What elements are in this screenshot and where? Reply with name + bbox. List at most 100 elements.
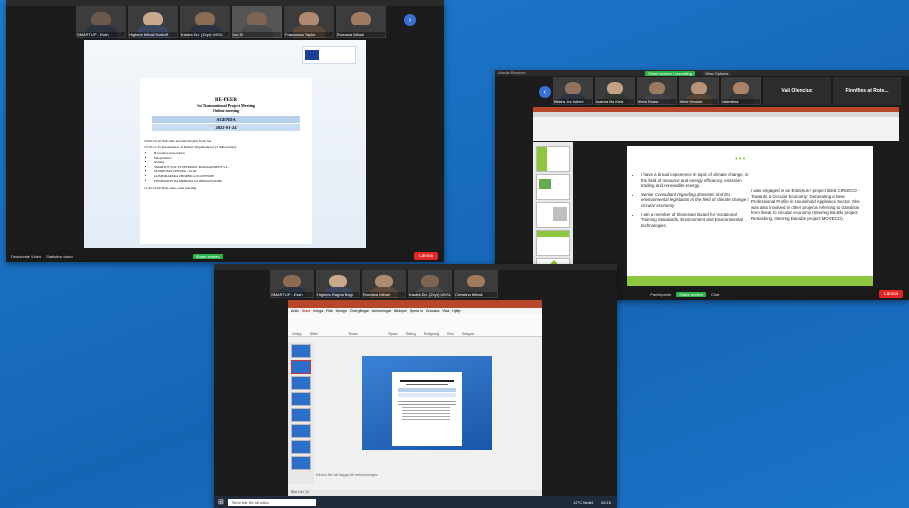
tab-overgangar[interactable]: Övergångar <box>350 309 369 313</box>
slide-footer <box>627 276 873 286</box>
group-label: Ritning <box>405 332 416 336</box>
participant-strip: Bilstra Jnr Islemi Ioanna Ba Kela Iñeta … <box>553 77 761 105</box>
agenda-line: 10.00-10.10 Welcome and information from… <box>144 139 212 143</box>
slide-thumbnail[interactable] <box>536 146 570 172</box>
list-item: I am a member of Slovenian Board for Voc… <box>641 212 753 229</box>
share-screen-button[interactable]: Share screen <box>676 291 706 297</box>
next-page-arrow-icon[interactable]: › <box>404 14 416 26</box>
slide-thumbnails <box>288 342 314 484</box>
participant-tile[interactable]: SMARTUP - Ewin <box>270 270 314 298</box>
slide-thumbnail[interactable] <box>291 408 311 422</box>
tab-bildspel[interactable]: Bildspel <box>394 309 407 313</box>
list-item: Senior Consultant regarding domestic and… <box>641 192 753 209</box>
meeting-controls: Deactivate Video Statistics video Share … <box>6 250 444 262</box>
current-slide: ••• I have a broad experience in topic o… <box>627 146 873 286</box>
tab-design[interactable]: Design <box>336 309 347 313</box>
tab-visa[interactable]: Visa <box>442 309 449 313</box>
participant-tile[interactable]: Ioanna Ba Kela <box>595 77 635 105</box>
group-label: Bilder <box>309 332 319 336</box>
taskbar-search[interactable]: Skriv här för att söka <box>227 498 316 506</box>
tab-rita[interactable]: Rita <box>326 309 332 313</box>
eu-logo <box>302 46 356 64</box>
zoom-window-1: SMARTUP - Ewin Highers Mihail Kostoff Ka… <box>6 0 444 262</box>
slide-thumbnail[interactable] <box>291 440 311 454</box>
name-tile[interactable]: Finnflies at Rote... <box>833 77 901 105</box>
tab-granska[interactable]: Granska <box>426 309 440 313</box>
tab-animeringar[interactable]: Animeringar <box>372 309 391 313</box>
participant-tile[interactable]: Mike Heuser <box>679 77 719 105</box>
group-label: Röst <box>447 332 454 336</box>
slide-thumbnail[interactable] <box>291 424 311 438</box>
powerpoint-window: Arkiv Start Infoga Rita Design Övergånga… <box>288 300 542 496</box>
participant-tile[interactable]: Iñeta Ruaw <box>637 77 677 105</box>
windows-taskbar: ⊞ Skriv här för att söka 12°C Mulet 20:1… <box>214 496 617 508</box>
list-item: FONDATION NA MERIDIA ZA OBRAZOVANIE <box>154 179 312 184</box>
doc-subtitle-2: Online meeting <box>212 108 240 113</box>
slide-thumbnail[interactable] <box>536 202 570 228</box>
participant-tile[interactable]: Christina Mihail <box>454 270 498 298</box>
agenda-line: 11.45-12.00 Next steps, next meeting <box>144 186 197 191</box>
video-button[interactable]: Deactivate Video <box>11 254 41 259</box>
leave-button[interactable]: Lämna <box>414 252 438 260</box>
slide-dots: ••• <box>735 154 747 163</box>
taskbar-clock[interactable]: 20:15 <box>601 500 611 505</box>
participant-tile[interactable]: Highers Ragna Bogi <box>316 270 360 298</box>
participant-tile[interactable]: Francesca Taylor <box>284 6 334 38</box>
participant-tile[interactable]: Kastra Du. (Zvyr) UKSL <box>408 270 452 298</box>
name-tile[interactable]: Vali Olenciuc <box>763 77 831 105</box>
notes-pane[interactable]: Klicka för att lägga till anteckningar <box>316 472 536 477</box>
leave-button[interactable]: Lämna <box>879 290 903 298</box>
chat-button[interactable]: Chat <box>711 292 719 297</box>
participant-tile[interactable]: Romana Mihail <box>362 270 406 298</box>
participant-tile[interactable]: Romana Mihail <box>336 6 386 38</box>
slide-thumbnail[interactable] <box>536 174 570 200</box>
slide-thumbnail[interactable] <box>291 456 311 470</box>
tab-hjalp[interactable]: Hjälp <box>452 309 460 313</box>
ribbon-body: Urklipp Bilder Tecken Stycke Ritning Red… <box>288 314 542 337</box>
powerpoint-ribbon <box>533 107 899 141</box>
share-screen-button[interactable]: Share screen <box>192 253 223 259</box>
tab-infoga[interactable]: Infoga <box>313 309 323 313</box>
group-label: Urklipp <box>292 332 302 336</box>
participants-button[interactable]: Participants <box>650 292 671 297</box>
slide-page <box>392 372 462 446</box>
slide-thumbnail[interactable] <box>291 392 311 406</box>
group-label: Designer <box>461 332 475 336</box>
agenda-line: 10.10-11.45 Presentation of Partner Orga… <box>144 145 237 149</box>
taskbar-weather[interactable]: 12°C Mulet <box>573 500 593 505</box>
tab-start[interactable]: Start <box>302 309 310 313</box>
slide-thumbnail[interactable] <box>536 230 570 256</box>
slide-left-bullets: I have a broad experience in topic of cl… <box>633 172 753 228</box>
group-label: Redigering <box>423 332 440 336</box>
group-label: Tecken <box>348 332 359 336</box>
partner-list: B-Creative Association Peloponnisos Nafs… <box>140 151 312 183</box>
previous-page-arrow-icon[interactable]: ‹ <box>539 86 551 98</box>
participant-tile[interactable]: Bilstra Jnr Islemi <box>553 77 593 105</box>
stats-button[interactable]: Statistics video <box>46 254 73 259</box>
document-page: RE-PEER 1st Transnational Project Meetin… <box>140 78 312 244</box>
participant-tile[interactable]: Valentina <box>721 77 761 105</box>
slide-editor[interactable] <box>362 356 492 450</box>
participant-tile[interactable]: SMARTUP - Ewin <box>76 6 126 38</box>
participant-tile[interactable]: Ivo Si <box>232 6 282 38</box>
tab-arkiv[interactable]: Arkiv <box>291 309 299 313</box>
top-chips: Share screen / recording View Options <box>645 71 732 76</box>
tab-spela-in[interactable]: Spela in <box>410 309 423 313</box>
windows-start-icon[interactable]: ⊞ <box>218 498 224 506</box>
participant-tile[interactable]: Kastra Du. (Zvyr) UKSL <box>180 6 230 38</box>
agenda-date: 2022-01-24 <box>152 124 300 131</box>
zoom-window-3: SMARTUP - Ewin Highers Ragna Bogi Romana… <box>214 264 617 508</box>
group-label: Stycke <box>388 332 398 336</box>
view-options-chip[interactable]: View Options <box>701 71 732 76</box>
slide-thumbnail[interactable] <box>291 360 311 374</box>
shared-document: RE-PEER 1st Transnational Project Meetin… <box>84 40 366 248</box>
list-item: I have a broad experience in topic of cl… <box>641 172 753 189</box>
ppt-titlebar <box>288 300 542 308</box>
slide-thumbnail[interactable] <box>291 376 311 390</box>
participant-strip: SMARTUP - Ewin Highers Mihail Kostoff Ka… <box>76 6 386 38</box>
participant-tile[interactable]: Highers Mihail Kostoff <box>128 6 178 38</box>
slide-right-text: I was engaged in an Erasmus+ project tit… <box>751 188 860 221</box>
share-status-chip[interactable]: Share screen / recording <box>645 71 695 76</box>
participant-strip: SMARTUP - Ewin Highers Ragna Bogi Romana… <box>270 270 498 298</box>
slide-thumbnail[interactable] <box>291 344 311 358</box>
